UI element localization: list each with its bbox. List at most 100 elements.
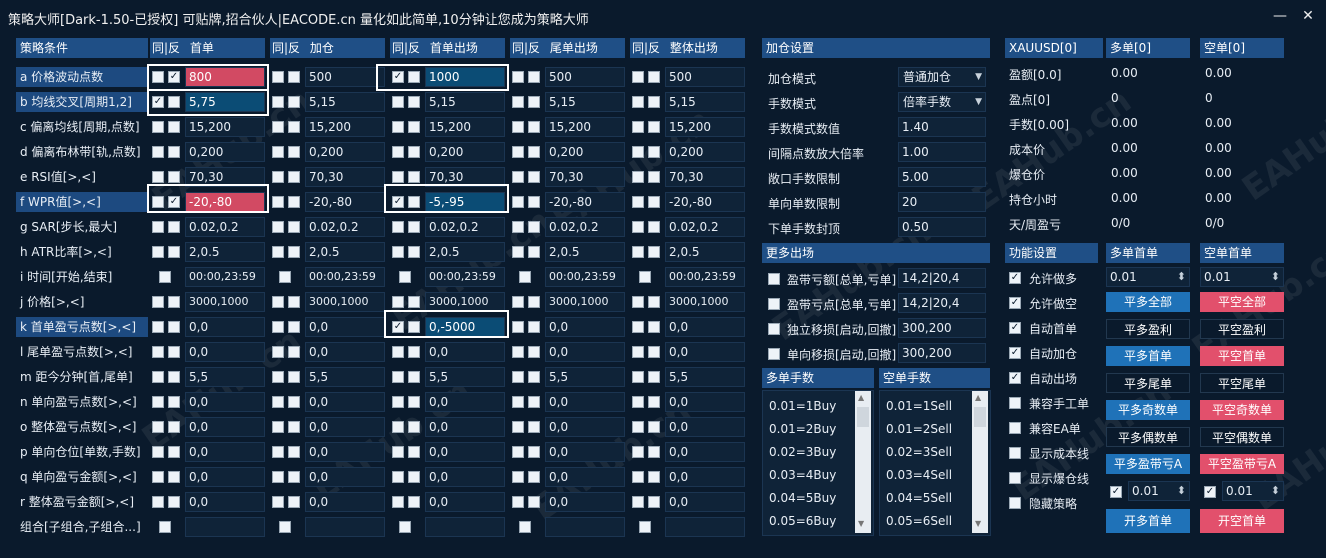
same-checkbox[interactable] [152, 246, 164, 258]
condition-value-input[interactable]: 0,0 [185, 342, 265, 362]
reverse-checkbox[interactable] [408, 96, 420, 108]
reverse-checkbox[interactable] [408, 71, 420, 83]
minimize-button[interactable]: — [1268, 5, 1292, 27]
condition-value-input[interactable]: 0,0 [425, 442, 505, 462]
reverse-checkbox[interactable] [168, 246, 180, 258]
close-sell-button[interactable]: 平空偶数单 [1200, 427, 1284, 447]
same-checkbox[interactable] [272, 396, 284, 408]
reverse-checkbox[interactable] [528, 396, 540, 408]
reverse-checkbox[interactable] [288, 171, 300, 183]
condition-value-input[interactable] [185, 517, 265, 537]
same-checkbox[interactable] [512, 371, 524, 383]
same-checkbox[interactable] [272, 196, 284, 208]
lot-list-item[interactable]: 0.05=6Buy [769, 514, 836, 528]
exit-checkbox[interactable] [768, 323, 780, 335]
close-buy-button[interactable]: 平多尾单 [1106, 373, 1190, 393]
condition-value-input[interactable]: 0,0 [425, 417, 505, 437]
same-checkbox[interactable] [152, 371, 164, 383]
condition-checkbox[interactable] [159, 271, 171, 283]
lot-list-item[interactable]: 0.02=3Sell [886, 445, 952, 459]
condition-value-input[interactable]: 0,0 [425, 392, 505, 412]
reverse-checkbox[interactable] [168, 221, 180, 233]
same-checkbox[interactable] [512, 246, 524, 258]
condition-checkbox[interactable] [279, 271, 291, 283]
condition-value-input[interactable]: 5,15 [665, 92, 745, 112]
condition-value-input[interactable]: 0,0 [665, 467, 745, 487]
same-checkbox[interactable] [152, 196, 164, 208]
same-checkbox[interactable] [512, 171, 524, 183]
scroll-up-icon[interactable]: ▲ [975, 393, 981, 402]
condition-value-input[interactable]: 3000,1000 [545, 292, 625, 312]
same-checkbox[interactable] [632, 171, 644, 183]
reverse-checkbox[interactable] [168, 121, 180, 133]
reverse-checkbox[interactable] [648, 221, 660, 233]
reverse-checkbox[interactable] [528, 346, 540, 358]
reverse-checkbox[interactable] [528, 221, 540, 233]
reverse-checkbox[interactable] [288, 121, 300, 133]
condition-value-input[interactable]: 70,30 [425, 167, 505, 187]
condition-value-input[interactable] [425, 517, 505, 537]
exit-value-input[interactable]: 14,2|20,4 [898, 268, 986, 288]
same-checkbox[interactable]: ✓ [392, 196, 404, 208]
reverse-checkbox[interactable] [528, 296, 540, 308]
scroll-up-icon[interactable]: ▲ [858, 393, 864, 402]
condition-value-input[interactable] [665, 517, 745, 537]
condition-value-input[interactable]: 5,15 [305, 92, 385, 112]
condition-value-input[interactable]: 2,0.5 [545, 242, 625, 262]
reverse-checkbox[interactable] [648, 121, 660, 133]
condition-value-input[interactable]: 1000 [425, 67, 505, 87]
function-checkbox[interactable]: ✓ [1009, 322, 1021, 334]
small-lot-checkbox[interactable]: ✓ [1204, 486, 1216, 498]
reverse-checkbox[interactable] [168, 171, 180, 183]
same-checkbox[interactable] [152, 296, 164, 308]
reverse-checkbox[interactable] [648, 446, 660, 458]
same-checkbox[interactable] [632, 146, 644, 158]
condition-value-input[interactable]: 3000,1000 [425, 292, 505, 312]
exit-value-input[interactable]: 300,200 [898, 318, 986, 338]
lot-list-item[interactable]: 0.01=2Buy [769, 422, 836, 436]
condition-value-input[interactable]: 0,0 [185, 392, 265, 412]
lot-list-item[interactable]: 0.03=4Sell [886, 468, 952, 482]
same-checkbox[interactable] [392, 346, 404, 358]
condition-value-input[interactable]: 00:00,23:59 [185, 267, 265, 287]
condition-value-input[interactable]: 0.02,0.2 [545, 217, 625, 237]
condition-value-input[interactable]: 5,15 [425, 92, 505, 112]
reverse-checkbox[interactable] [168, 421, 180, 433]
reverse-checkbox[interactable] [408, 196, 420, 208]
condition-value-input[interactable]: 0,0 [185, 417, 265, 437]
same-checkbox[interactable] [512, 446, 524, 458]
open-sell-first-button[interactable]: 开空首单 [1200, 509, 1284, 533]
scrollbar[interactable]: ▲ ▼ [855, 391, 871, 533]
exit-checkbox[interactable] [768, 298, 780, 310]
reverse-checkbox[interactable] [648, 421, 660, 433]
condition-value-input[interactable] [305, 517, 385, 537]
reverse-checkbox[interactable] [648, 396, 660, 408]
condition-value-input[interactable] [545, 517, 625, 537]
reverse-checkbox[interactable] [528, 371, 540, 383]
condition-checkbox[interactable] [399, 271, 411, 283]
exit-checkbox[interactable] [768, 348, 780, 360]
same-checkbox[interactable] [272, 371, 284, 383]
condition-value-input[interactable]: 0,0 [665, 442, 745, 462]
reverse-checkbox[interactable] [288, 496, 300, 508]
same-checkbox[interactable] [272, 221, 284, 233]
same-checkbox[interactable] [632, 96, 644, 108]
reverse-checkbox[interactable] [168, 396, 180, 408]
condition-value-input[interactable]: -20,-80 [185, 192, 265, 212]
close-button[interactable]: ✕ [1296, 5, 1320, 27]
same-checkbox[interactable] [512, 221, 524, 233]
open-buy-first-button[interactable]: 开多首单 [1106, 509, 1190, 533]
condition-value-input[interactable]: 00:00,23:59 [665, 267, 745, 287]
buy-lots-list[interactable]: 0.01=1Buy 0.01=2Buy 0.02=3Buy 0.03=4Buy 0.04… [762, 390, 874, 536]
close-sell-button[interactable]: 平空奇数单 [1200, 400, 1284, 420]
condition-value-input[interactable]: 0,200 [185, 142, 265, 162]
same-checkbox[interactable] [392, 371, 404, 383]
sell-lot-spinner[interactable]: 0.01 ⬍ [1200, 267, 1284, 287]
same-checkbox[interactable] [392, 171, 404, 183]
reverse-checkbox[interactable] [408, 171, 420, 183]
reverse-checkbox[interactable] [408, 246, 420, 258]
same-checkbox[interactable] [152, 396, 164, 408]
same-checkbox[interactable] [392, 446, 404, 458]
condition-value-input[interactable]: 0.02,0.2 [425, 217, 505, 237]
same-checkbox[interactable] [632, 321, 644, 333]
